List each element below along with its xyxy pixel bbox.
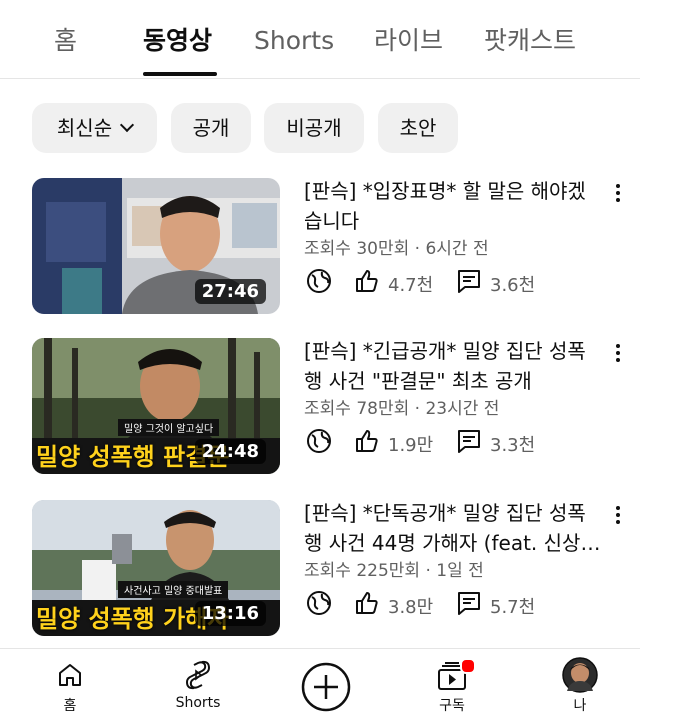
comment-count: 3.3천: [490, 435, 536, 456]
video-item[interactable]: 27:46 [판슥] *입장표명* 할 말은 해야겠습니다 조회수 30만회 ·…: [0, 178, 680, 318]
tab-podcasts[interactable]: 팟캐스트: [484, 22, 576, 60]
shorts-icon: [185, 660, 211, 690]
tab-videos[interactable]: 동영상: [143, 22, 212, 60]
tab-home[interactable]: 홈: [54, 22, 77, 60]
nav-you[interactable]: 나: [550, 649, 610, 719]
comment-icon: [458, 430, 480, 453]
sort-chip-label: 최신순: [56, 116, 113, 140]
comment-icon: [458, 270, 480, 293]
comment-count: 5.7천: [490, 597, 536, 618]
nav-home-label: 홈: [63, 698, 77, 714]
create-plus-icon: [301, 662, 351, 712]
home-icon: [59, 664, 81, 686]
like-icon: [356, 430, 378, 452]
tab-shorts[interactable]: Shorts: [254, 22, 334, 60]
video-duration: 13:16: [194, 601, 266, 626]
nav-shorts[interactable]: Shorts: [166, 649, 230, 719]
video-duration: 24:48: [194, 439, 266, 464]
bottom-navigation: 홈 Shorts 구독 나: [0, 648, 640, 719]
video-item[interactable]: 사건사고 밀양 중대발표 밀양 성폭행 가해자 13:16 [판슥] *단독공개…: [0, 500, 680, 640]
video-meta: 조회수 78만회 · 23시간 전: [304, 399, 500, 419]
notification-dot: [460, 658, 476, 674]
channel-tabs: 홈 동영상 Shorts 라이브 팟캐스트: [0, 0, 640, 79]
chevron-down-icon: [120, 117, 135, 133]
thumbnail-sublabel: 밀양 그것이 알고싶다: [118, 419, 220, 436]
more-options-icon[interactable]: [612, 504, 624, 526]
thumbnail-sublabel: 사건사고 밀양 중대발표: [118, 581, 229, 598]
like-icon: [356, 592, 378, 614]
video-title[interactable]: [판슥] *단독공개* 밀양 집단 성폭행 사건 44명 가해자 (feat. …: [304, 498, 602, 558]
globe-icon: [307, 429, 331, 453]
like-count: 1.9만: [388, 435, 434, 456]
more-options-icon[interactable]: [612, 182, 624, 204]
like-count: 4.7천: [388, 275, 434, 296]
video-thumbnail[interactable]: 사건사고 밀양 중대발표 밀양 성폭행 가해자 13:16: [32, 500, 280, 636]
active-tab-indicator: [143, 72, 217, 76]
create-button[interactable]: [296, 649, 356, 719]
globe-icon: [307, 269, 331, 293]
video-title[interactable]: [판슥] *긴급공개* 밀양 집단 성폭행 사건 "판결문" 최초 공개: [304, 336, 602, 396]
filter-chip-private[interactable]: 비공개: [264, 103, 364, 153]
globe-icon: [307, 591, 331, 615]
nav-shorts-label: Shorts: [175, 695, 221, 711]
video-meta: 조회수 225만회 · 1일 전: [304, 561, 484, 581]
sort-dropdown-chip[interactable]: 최신순: [32, 103, 157, 153]
avatar: [562, 657, 598, 693]
like-count: 3.8만: [388, 597, 434, 618]
video-item[interactable]: 밀양 그것이 알고싶다 밀양 성폭행 판결문 24:48 [판슥] *긴급공개*…: [0, 338, 680, 478]
filter-chip-public[interactable]: 공개: [171, 103, 251, 153]
video-title[interactable]: [판슥] *입장표명* 할 말은 해야겠습니다: [304, 176, 602, 236]
video-meta: 조회수 30만회 · 6시간 전: [304, 239, 489, 259]
tab-live[interactable]: 라이브: [374, 22, 443, 60]
filter-chip-draft[interactable]: 초안: [378, 103, 458, 153]
video-thumbnail[interactable]: 밀양 그것이 알고싶다 밀양 성폭행 판결문 24:48: [32, 338, 280, 474]
nav-subscriptions[interactable]: 구독: [422, 649, 482, 719]
comment-count: 3.6천: [490, 275, 536, 296]
more-options-icon[interactable]: [612, 342, 624, 364]
like-icon: [356, 270, 378, 292]
nav-subscriptions-label: 구독: [439, 698, 465, 714]
nav-you-label: 나: [573, 698, 587, 714]
video-duration: 27:46: [194, 279, 266, 304]
video-thumbnail[interactable]: 27:46: [32, 178, 280, 314]
nav-home[interactable]: 홈: [40, 649, 100, 719]
comment-icon: [458, 592, 480, 615]
